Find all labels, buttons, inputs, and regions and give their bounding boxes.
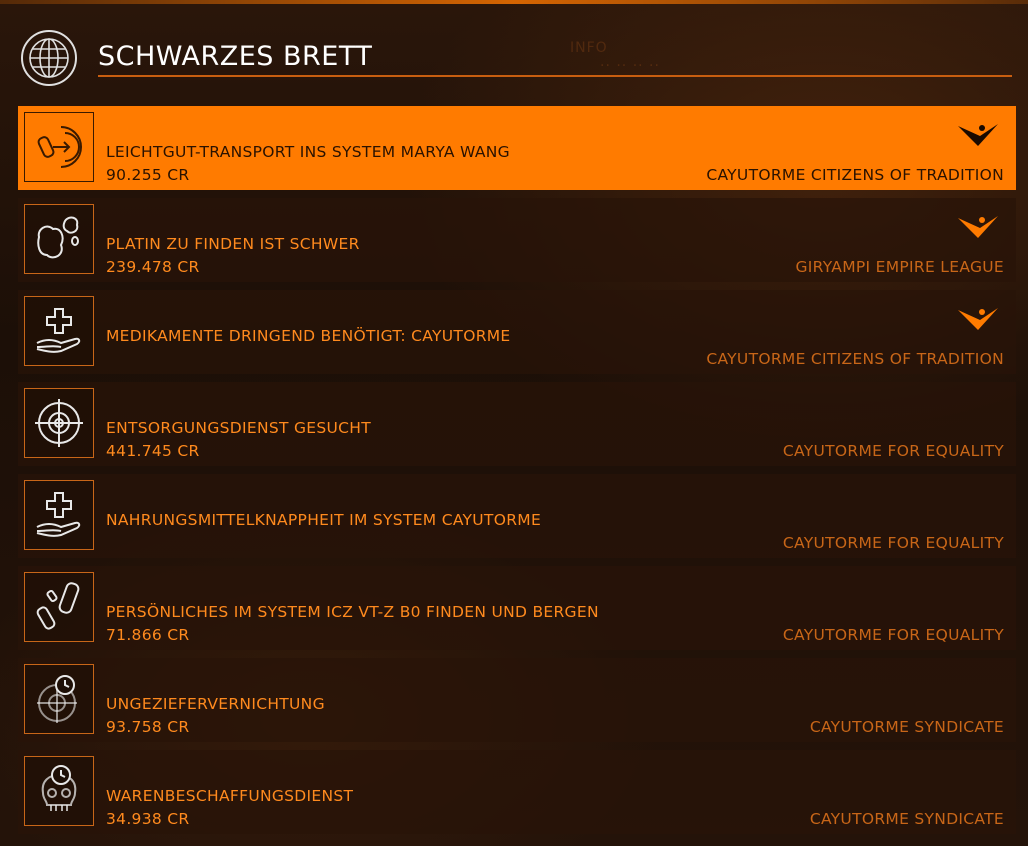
medical-aid-icon: [24, 480, 94, 550]
rank-icon: [958, 124, 998, 146]
mission-faction: CAYUTORME FOR EQUALITY: [782, 442, 1004, 460]
mission-faction: CAYUTORME CITIZENS OF TRADITION: [706, 166, 1004, 184]
mission-title: NAHRUNGSMITTELKNAPPHEIT IM SYSTEM CAYUTO…: [106, 511, 542, 529]
mission-faction: CAYUTORME FOR EQUALITY: [782, 626, 1004, 644]
mission-title: UNGEZIEFERVERNICHTUNG: [106, 695, 325, 713]
mission-faction: CAYUTORME SYNDICATE: [809, 810, 1004, 828]
rank-icon: [958, 216, 998, 238]
mission-title: MEDIKAMENTE DRINGEND BENÖTIGT: CAYUTORME: [106, 327, 511, 345]
mission-reward: 441.745 CR: [106, 442, 200, 460]
medical-aid-icon: [24, 296, 94, 366]
page-title: SCHWARZES BRETT: [98, 41, 373, 72]
mission-item-6[interactable]: UNGEZIEFERVERNICHTUNG 93.758 CR CAYUTORM…: [18, 658, 1016, 742]
mission-item-5[interactable]: PERSÖNLICHES IM SYSTEM ICZ VT-Z B0 FINDE…: [18, 566, 1016, 650]
mission-title: ENTSORGUNGSDIENST GESUCHT: [106, 419, 372, 437]
mission-faction: CAYUTORME CITIZENS OF TRADITION: [706, 350, 1004, 368]
mission-reward: 90.255 CR: [106, 166, 190, 184]
mission-faction: CAYUTORME FOR EQUALITY: [782, 534, 1004, 552]
cargo-delivery-icon: [24, 112, 94, 182]
rank-icon: [958, 308, 998, 330]
asteroid-icon: [24, 204, 94, 274]
mission-reward: 93.758 CR: [106, 718, 190, 736]
title-divider: [98, 75, 1012, 77]
top-accent-line: [0, 0, 1028, 4]
mission-item-1[interactable]: PLATIN ZU FINDEN IST SCHWER 239.478 CR G…: [18, 198, 1016, 282]
mission-list: LEICHTGUT-TRANSPORT INS SYSTEM MARYA WAN…: [18, 106, 1016, 842]
mission-title: LEICHTGUT-TRANSPORT INS SYSTEM MARYA WAN…: [106, 143, 510, 161]
timed-skull-icon: [24, 756, 94, 826]
crosshair-icon: [24, 388, 94, 458]
board-header: SCHWARZES BRETT: [18, 22, 1016, 94]
mission-title: PERSÖNLICHES IM SYSTEM ICZ VT-Z B0 FINDE…: [106, 603, 599, 621]
globe-icon: [21, 30, 77, 86]
mission-reward: 239.478 CR: [106, 258, 200, 276]
salvage-canisters-icon: [24, 572, 94, 642]
mission-item-0[interactable]: LEICHTGUT-TRANSPORT INS SYSTEM MARYA WAN…: [18, 106, 1016, 190]
mission-reward: 34.938 CR: [106, 810, 190, 828]
mission-item-4[interactable]: NAHRUNGSMITTELKNAPPHEIT IM SYSTEM CAYUTO…: [18, 474, 1016, 558]
mission-reward: 71.866 CR: [106, 626, 190, 644]
mission-item-3[interactable]: ENTSORGUNGSDIENST GESUCHT 441.745 CR CAY…: [18, 382, 1016, 466]
mission-title: WARENBESCHAFFUNGSDIENST: [106, 787, 354, 805]
mission-item-7[interactable]: WARENBESCHAFFUNGSDIENST 34.938 CR CAYUTO…: [18, 750, 1016, 834]
timed-crosshair-icon: [24, 664, 94, 734]
mission-faction: GIRYAMPI EMPIRE LEAGUE: [795, 258, 1004, 276]
mission-item-2[interactable]: MEDIKAMENTE DRINGEND BENÖTIGT: CAYUTORME…: [18, 290, 1016, 374]
mission-title: PLATIN ZU FINDEN IST SCHWER: [106, 235, 360, 253]
mission-faction: CAYUTORME SYNDICATE: [809, 718, 1004, 736]
